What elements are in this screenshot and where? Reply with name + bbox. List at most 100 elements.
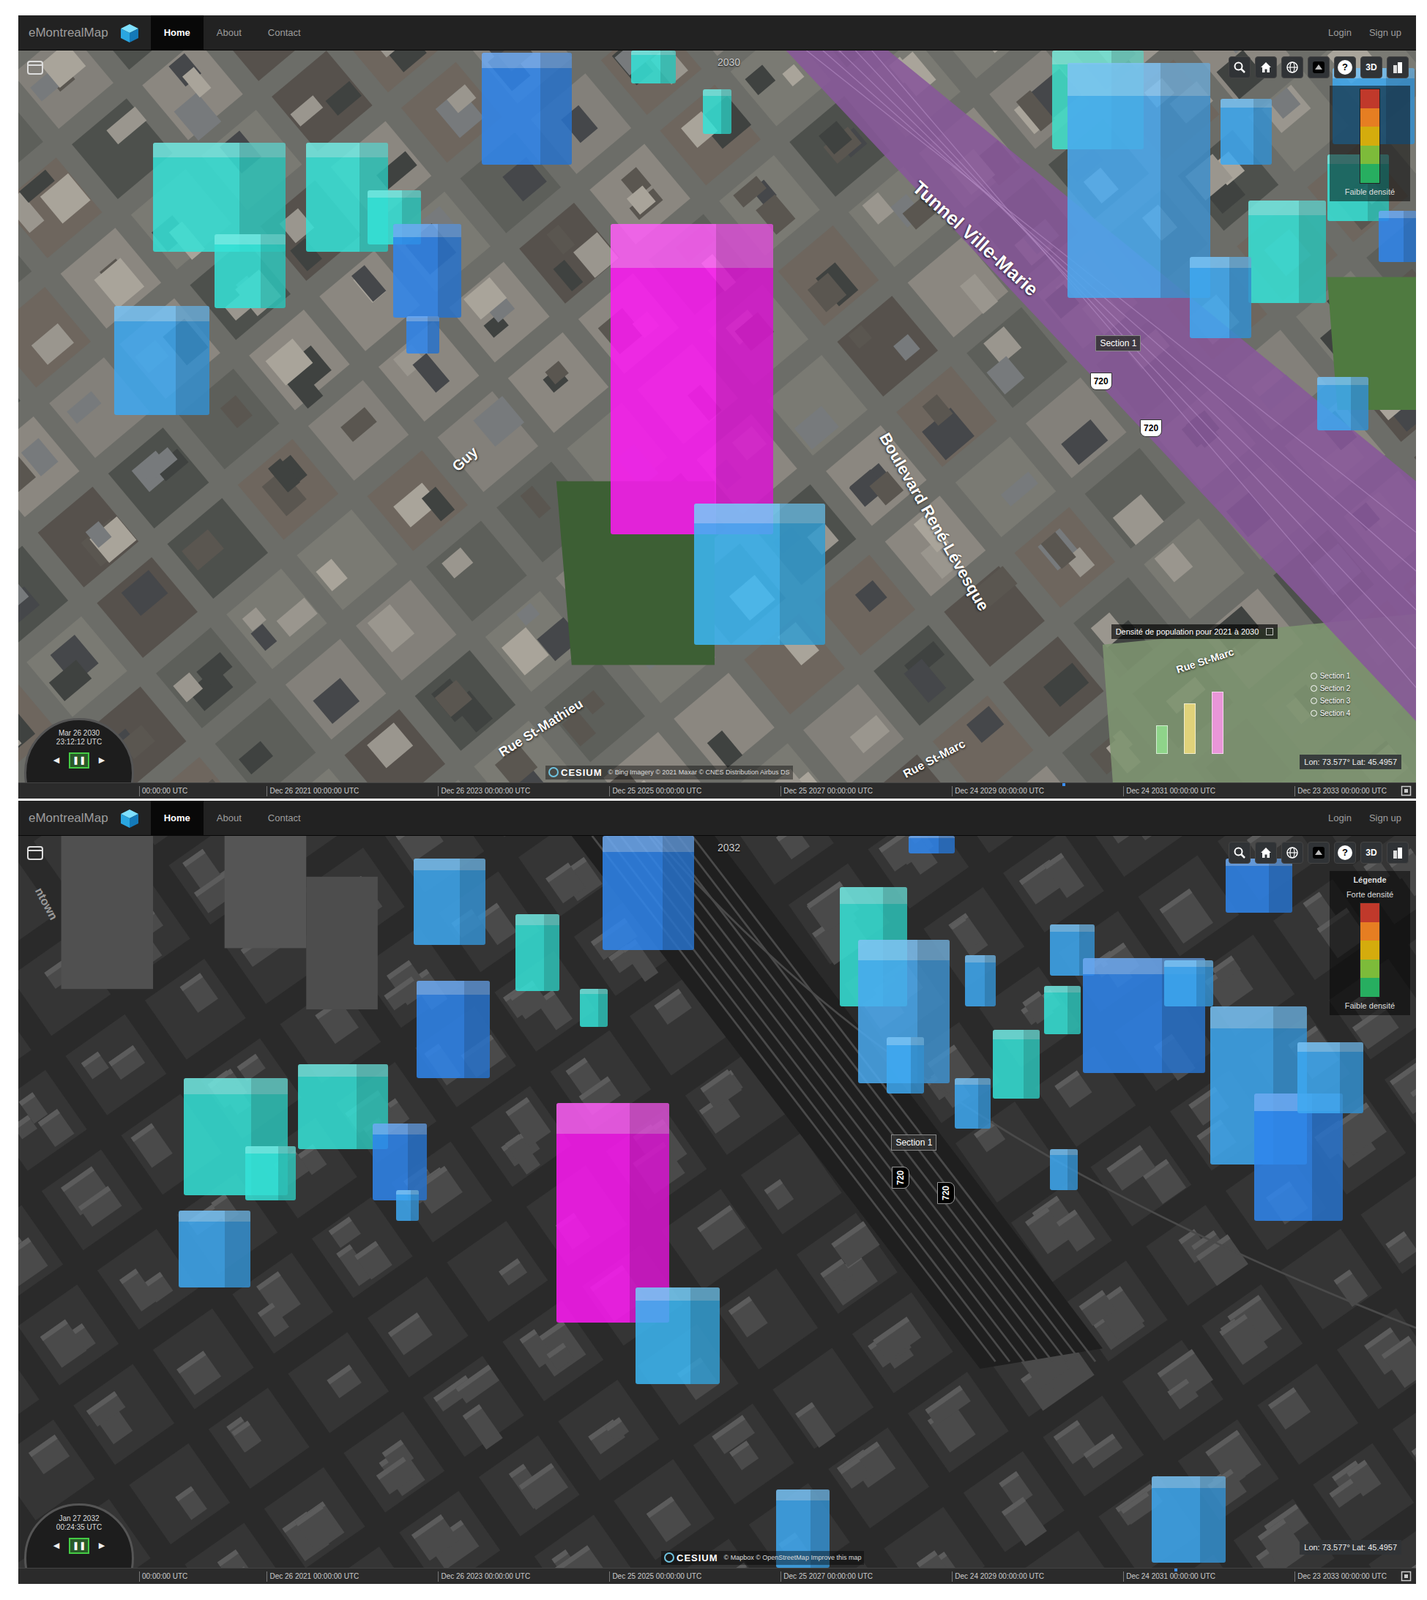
nav-item[interactable]: About <box>203 15 255 50</box>
layers-icon <box>1312 60 1326 74</box>
nav-item[interactable]: Contact <box>254 800 315 836</box>
density-building[interactable] <box>372 1123 427 1201</box>
globe-icon <box>1285 846 1299 860</box>
timeline-scrubber[interactable] <box>1062 783 1066 787</box>
nav-item[interactable]: Home <box>150 15 204 50</box>
fullscreen-icon[interactable] <box>1400 1571 1412 1583</box>
cesium-logo[interactable]: CESIUM <box>664 1551 719 1567</box>
density-building[interactable] <box>1067 62 1211 298</box>
folder-icon[interactable] <box>25 843 45 863</box>
legend-item[interactable]: Section 2 <box>1310 683 1351 695</box>
map-app-screenshot: eMontrealMap HomeAboutContact Login Sign up… <box>18 15 1417 799</box>
density-building[interactable] <box>406 316 440 355</box>
playback-button[interactable]: ❚❚ <box>68 1538 90 1555</box>
help-button[interactable]: ? <box>1334 56 1356 79</box>
legend-item[interactable]: Section 4 <box>1310 708 1351 719</box>
density-building[interactable] <box>579 989 608 1028</box>
density-building[interactable] <box>413 858 486 946</box>
density-building[interactable] <box>1225 858 1293 914</box>
density-building[interactable] <box>702 89 732 134</box>
density-building[interactable] <box>635 1287 721 1386</box>
playback-button[interactable]: ◀ <box>49 752 63 769</box>
timeline-scrubber[interactable] <box>1174 1569 1178 1572</box>
density-building[interactable] <box>1049 1149 1078 1191</box>
login-link[interactable]: Login <box>1328 811 1352 826</box>
legend-item[interactable]: Section 1 <box>1310 670 1351 682</box>
timeline-tick: Dec 26 2023 00:00:00 UTC <box>437 1571 531 1583</box>
base-layer-button[interactable] <box>1307 56 1330 79</box>
density-building[interactable] <box>992 1030 1040 1099</box>
density-building[interactable] <box>886 1037 925 1094</box>
brand[interactable]: eMontrealMap <box>28 809 119 829</box>
density-building[interactable] <box>908 836 955 854</box>
density-building[interactable] <box>602 836 695 951</box>
scene-mode-button[interactable]: 3D <box>1360 56 1383 79</box>
density-building[interactable] <box>1378 210 1417 263</box>
scene-mode-button[interactable]: 3D <box>1360 841 1383 864</box>
chart-bar[interactable] <box>1211 691 1224 754</box>
playback-button[interactable]: ▶ <box>95 752 109 769</box>
radio[interactable] <box>1310 685 1318 692</box>
help-button[interactable]: ? <box>1334 841 1356 864</box>
globe-button[interactable] <box>1281 56 1304 79</box>
radio[interactable] <box>1310 672 1318 680</box>
map-view[interactable]: GuyTunnel Ville-MarieBoulevard René-Léve… <box>18 50 1417 783</box>
density-building[interactable] <box>610 224 774 535</box>
buildings-button[interactable] <box>1386 841 1409 864</box>
density-building[interactable] <box>694 503 826 646</box>
menu-icon[interactable] <box>1265 628 1274 636</box>
signup-link[interactable]: Sign up <box>1369 811 1402 826</box>
density-building[interactable] <box>965 955 996 1007</box>
buildings-button[interactable] <box>1386 56 1409 79</box>
signup-link[interactable]: Sign up <box>1369 25 1402 41</box>
map-view[interactable]: ntownSection 17207202032?3DLégendeForte … <box>18 836 1417 1569</box>
globe-button[interactable] <box>1281 841 1304 864</box>
density-building[interactable] <box>1044 986 1081 1035</box>
fullscreen-icon[interactable] <box>1400 785 1412 797</box>
chart-bar[interactable] <box>1183 703 1196 755</box>
density-building[interactable] <box>114 306 210 416</box>
density-building[interactable] <box>1151 1476 1225 1564</box>
density-building[interactable] <box>416 981 490 1079</box>
density-building[interactable] <box>1164 960 1214 1007</box>
search-button[interactable] <box>1228 841 1251 864</box>
nav-item[interactable]: About <box>203 800 255 836</box>
playback-button[interactable]: ▶ <box>95 1538 109 1555</box>
radio[interactable] <box>1310 697 1318 705</box>
density-building[interactable] <box>1317 377 1369 431</box>
base-layer-button[interactable] <box>1307 841 1330 864</box>
density-building[interactable] <box>178 1211 251 1288</box>
density-building[interactable] <box>1297 1042 1365 1115</box>
radio[interactable] <box>1310 710 1318 717</box>
density-building[interactable] <box>954 1078 991 1130</box>
density-building[interactable] <box>396 1190 419 1222</box>
coordinates-display: Lon: 73.577° Lat: 45.4957 <box>1299 1540 1402 1556</box>
timeline[interactable]: 00:00:00 UTCDec 26 2021 00:00:00 UTCDec … <box>18 1568 1417 1585</box>
building-icon <box>1391 846 1405 860</box>
nav-item[interactable]: Home <box>150 800 204 836</box>
chart-tooltip: Densité de population pour 2021 à 2030 <box>1111 624 1279 640</box>
playback-button[interactable]: ◀ <box>49 1538 63 1555</box>
login-link[interactable]: Login <box>1328 25 1352 41</box>
density-building[interactable] <box>245 1146 297 1201</box>
legend-item[interactable]: Section 3 <box>1310 695 1351 707</box>
home-button[interactable] <box>1254 56 1277 79</box>
credits: CESIUM© Bing Imagery © 2021 Maxar © CNES… <box>545 765 793 781</box>
search-button[interactable] <box>1228 56 1251 79</box>
density-building[interactable] <box>481 52 572 165</box>
density-building[interactable] <box>1248 200 1326 304</box>
brand[interactable]: eMontrealMap <box>28 23 119 43</box>
density-building[interactable] <box>214 234 287 308</box>
density-building[interactable] <box>631 50 676 84</box>
chart-bar[interactable] <box>1156 725 1168 754</box>
density-building[interactable] <box>393 224 462 318</box>
density-building[interactable] <box>1220 98 1272 166</box>
density-building[interactable] <box>515 914 560 992</box>
home-button[interactable] <box>1254 841 1277 864</box>
nav-item[interactable]: Contact <box>254 15 315 50</box>
playback-button[interactable]: ❚❚ <box>68 752 90 769</box>
folder-icon[interactable] <box>25 57 45 77</box>
cesium-logo[interactable]: CESIUM <box>548 765 603 781</box>
density-building[interactable] <box>1189 256 1252 339</box>
timeline[interactable]: 00:00:00 UTCDec 26 2021 00:00:00 UTCDec … <box>18 782 1417 799</box>
